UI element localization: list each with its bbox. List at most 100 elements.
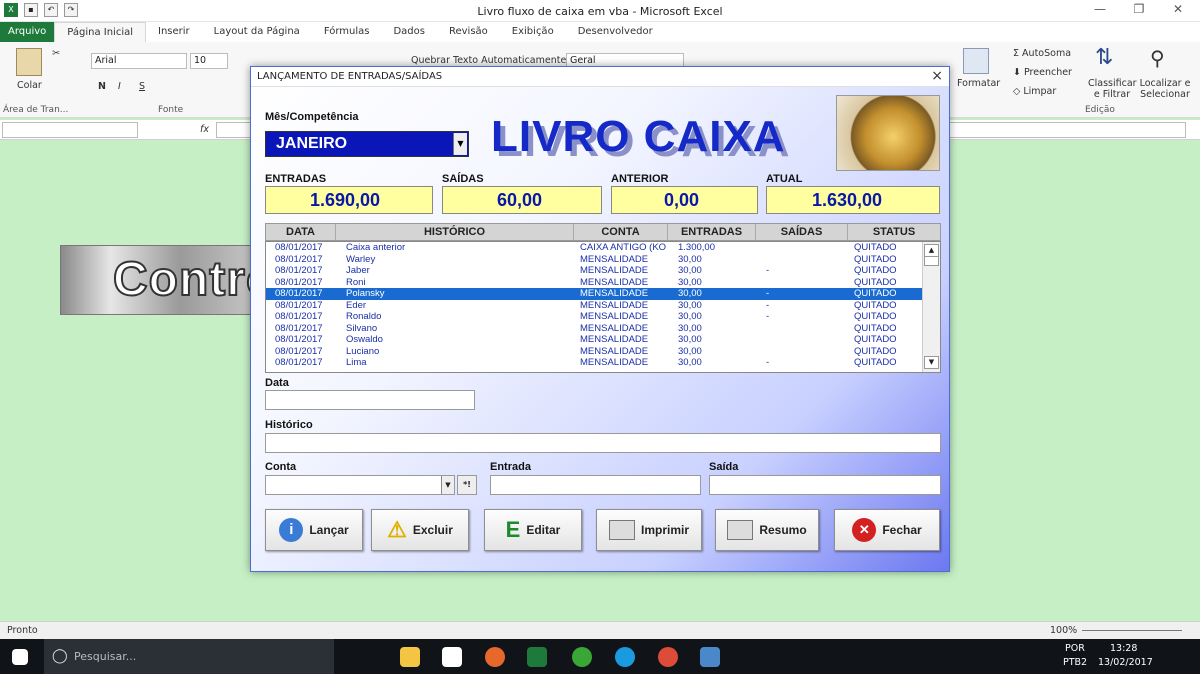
list-scrollbar[interactable]: ▲ ▼ <box>922 242 940 372</box>
col-status[interactable]: STATUS <box>848 224 940 240</box>
name-box[interactable] <box>2 122 138 138</box>
cell-historico: Jaber <box>346 265 370 276</box>
cell-historico: Eder <box>346 299 367 311</box>
wrap-text-button[interactable]: Quebrar Texto Automaticamente <box>411 55 566 66</box>
table-row[interactable]: 08/01/2017 Polansky MENSALIDADE 30,00 - QUITA… <box>266 288 924 300</box>
cell-entradas: 30,00 <box>678 311 702 322</box>
close-window-button[interactable]: ✕ <box>1163 2 1193 20</box>
clock-time[interactable]: 13:28 <box>1110 643 1137 654</box>
font-size-select[interactable]: 10 <box>190 53 228 69</box>
cut-icon[interactable]: ✂ <box>52 48 60 59</box>
cell-conta: MENSALIDADE <box>580 299 649 311</box>
table-row[interactable]: 08/01/2017 Jaber MENSALIDADE 30,00 - QUITADO <box>266 265 924 277</box>
sheet-banner: Control <box>60 245 291 315</box>
col-saidas[interactable]: SAÍDAS <box>756 224 848 240</box>
file-explorer-icon[interactable] <box>400 647 420 667</box>
coins-image <box>836 95 940 171</box>
font-name-select[interactable]: Arial <box>91 53 187 69</box>
tab-layout[interactable]: Layout da Página <box>202 22 312 42</box>
tab-arquivo[interactable]: Arquivo <box>0 22 55 42</box>
zoom-level[interactable]: 100% <box>1050 625 1077 636</box>
table-row[interactable]: 08/01/2017 Warley MENSALIDADE 30,00 QUITADO <box>266 254 924 266</box>
tab-pagina-inicial[interactable]: Página Inicial <box>54 22 147 42</box>
zoom-slider[interactable] <box>1082 630 1182 631</box>
bold-button[interactable]: N <box>98 81 106 92</box>
cell-saidas: - <box>766 299 770 311</box>
conta-add-button[interactable]: *! <box>457 475 477 495</box>
table-row[interactable]: 08/01/2017 Caixa anterior CAIXA ANTIGO (KO… <box>266 242 924 254</box>
excluir-button[interactable]: ⚠ Excluir <box>371 509 469 551</box>
table-row[interactable]: 08/01/2017 Oswaldo MENSALIDADE 30,00 QUITADO <box>266 334 924 346</box>
resumo-button[interactable]: Resumo <box>715 509 819 551</box>
tab-dados[interactable]: Dados <box>381 22 437 42</box>
fechar-button[interactable]: ✕ Fechar <box>834 509 940 551</box>
historico-input[interactable] <box>265 433 941 453</box>
table-row[interactable]: 08/01/2017 Ronaldo MENSALIDADE 30,00 - QUITAD… <box>266 311 924 323</box>
minimize-button[interactable]: — <box>1085 2 1115 20</box>
fill-button[interactable]: ⬇ Preencher <box>1013 67 1072 78</box>
paste-icon[interactable] <box>16 48 42 76</box>
cell-saidas: - <box>766 357 770 368</box>
lancamentos-list[interactable]: 08/01/2017 Caixa anterior CAIXA ANTIGO (KO… <box>265 241 941 373</box>
italic-button[interactable]: I <box>118 81 121 92</box>
tab-formulas[interactable]: Fórmulas <box>312 22 382 42</box>
imprimir-button[interactable]: Imprimir <box>596 509 702 551</box>
chrome-icon[interactable] <box>658 647 678 667</box>
scroll-down-icon[interactable]: ▼ <box>924 356 939 369</box>
store-icon[interactable] <box>442 647 462 667</box>
chevron-down-icon[interactable]: ▼ <box>453 133 467 155</box>
scroll-thumb[interactable] <box>924 256 939 266</box>
saida-input[interactable] <box>709 475 941 495</box>
chevron-down-icon[interactable]: ▼ <box>441 476 454 494</box>
col-entradas[interactable]: ENTRADAS <box>668 224 756 240</box>
dialog-close-button[interactable]: × <box>931 68 943 84</box>
table-row[interactable]: 08/01/2017 Silvano MENSALIDADE 30,00 QUITADO <box>266 323 924 335</box>
autosum-button[interactable]: Σ AutoSoma <box>1013 48 1071 59</box>
tab-inserir[interactable]: Inserir <box>146 22 202 42</box>
whatsapp-icon[interactable] <box>572 647 592 667</box>
tab-revisao[interactable]: Revisão <box>437 22 500 42</box>
lancar-button[interactable]: i Lançar <box>265 509 363 551</box>
format-label[interactable]: Formatar <box>957 78 1000 89</box>
col-historico[interactable]: HISTÓRICO <box>336 224 574 240</box>
conta-select[interactable]: ▼ <box>265 475 455 495</box>
font-group-label: Fonte <box>158 105 184 115</box>
tab-exibicao[interactable]: Exibição <box>500 22 566 42</box>
editar-label: Editar <box>526 523 561 537</box>
find-select-label[interactable]: Localizar e Selecionar <box>1138 78 1192 100</box>
table-row[interactable]: 08/01/2017 Lima MENSALIDADE 30,00 - QUITADO <box>266 357 924 369</box>
cell-saidas: - <box>766 288 770 299</box>
taskbar: ◯ Pesquisar... POR PTB2 13:28 13/02/2017 <box>0 639 1200 674</box>
cell-status: QUITADO <box>854 276 897 288</box>
find-icon[interactable]: ⚲ <box>1150 46 1165 70</box>
maximize-button[interactable]: ❐ <box>1124 2 1154 20</box>
language-indicator[interactable]: POR <box>1065 643 1085 654</box>
col-data[interactable]: DATA <box>266 224 336 240</box>
underline-button[interactable]: S <box>139 81 145 92</box>
keyboard-layout[interactable]: PTB2 <box>1063 657 1087 668</box>
skype-icon[interactable] <box>615 647 635 667</box>
search-box[interactable]: ◯ Pesquisar... <box>44 639 334 674</box>
saidas-total: 60,00 <box>442 186 602 214</box>
fill-icon: ⬇ <box>1013 67 1021 78</box>
entrada-input[interactable] <box>490 475 701 495</box>
clear-button[interactable]: ◇ Limpar <box>1013 86 1056 97</box>
format-cells-icon[interactable] <box>963 48 989 74</box>
tab-desenvolvedor[interactable]: Desenvolvedor <box>566 22 665 42</box>
col-conta[interactable]: CONTA <box>574 224 668 240</box>
editar-button[interactable]: E Editar <box>484 509 582 551</box>
excel-taskbar-icon[interactable] <box>527 647 547 667</box>
app-icon[interactable] <box>700 647 720 667</box>
windows-start-icon[interactable] <box>12 649 28 665</box>
table-row[interactable]: 08/01/2017 Luciano MENSALIDADE 30,00 QUITADO <box>266 346 924 358</box>
cell-status: QUITADO <box>854 311 897 322</box>
firefox-icon[interactable] <box>485 647 505 667</box>
sort-filter-label[interactable]: Classificar e Filtrar <box>1088 78 1137 100</box>
mes-select[interactable]: JANEIRO ▼ <box>265 131 469 157</box>
fx-label[interactable]: fx <box>200 124 209 135</box>
table-row[interactable]: 08/01/2017 Eder MENSALIDADE 30,00 - QUITADO <box>266 300 924 312</box>
sort-filter-icon[interactable]: ⇅ <box>1095 45 1113 70</box>
clock-date[interactable]: 13/02/2017 <box>1098 657 1153 668</box>
table-row[interactable]: 08/01/2017 Roni MENSALIDADE 30,00 QUITADO <box>266 277 924 289</box>
data-input[interactable] <box>265 390 475 410</box>
